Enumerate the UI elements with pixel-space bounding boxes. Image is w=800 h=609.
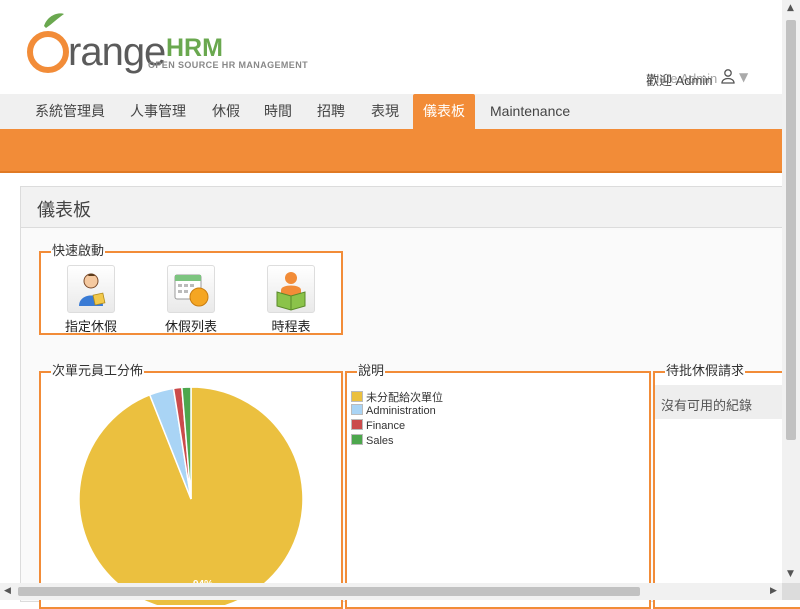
welcome-link[interactable]: 歡迎 Admin Nate Admin xyxy=(646,70,717,89)
menu-leave[interactable]: 休假 xyxy=(202,94,250,129)
quick-launch-label: 休假列表 xyxy=(164,320,217,335)
scroll-right-icon[interactable]: ▶ xyxy=(770,587,777,596)
panel-header: 儀表板 xyxy=(21,187,800,228)
menu-recruitment[interactable]: 招聘 xyxy=(307,94,355,129)
quick-launch-label: 指定休假 xyxy=(64,320,117,335)
scrollbar-corner xyxy=(782,583,800,600)
assign-leave-icon xyxy=(67,265,115,313)
scroll-down-icon[interactable]: ▼ xyxy=(787,570,794,579)
scroll-left-icon[interactable]: ◀ xyxy=(4,587,11,596)
quick-launch-box: 快速啟動 指定休假 休假列表 時程表 xyxy=(39,245,343,335)
legend-swatch xyxy=(351,404,363,415)
horizontal-scrollbar[interactable]: ◀ ▶ xyxy=(0,583,782,600)
employee-distribution-pie-chart: 94% xyxy=(78,386,304,605)
chevron-down-icon[interactable]: ▼ xyxy=(739,70,748,84)
legend-label: Finance xyxy=(366,420,406,432)
logo-tagline: OPEN SOURCE HR MANAGEMENT xyxy=(148,60,309,70)
no-records-text: 沒有可用的紀錄 xyxy=(661,399,753,414)
legend-swatch xyxy=(351,434,363,445)
user-icon[interactable] xyxy=(720,68,736,84)
dashboard-panel: 儀表板 快速啟動 指定休假 休假列表 時程表 次單元員工分佈 說明 未分配給次單… xyxy=(20,186,800,609)
menu-maintenance[interactable]: Maintenance xyxy=(480,94,580,129)
logo-hrm: HRM xyxy=(166,34,223,62)
submenu-bar xyxy=(0,129,782,173)
employee-distribution-legend: 次單元員工分佈 xyxy=(52,364,144,379)
pending-leave-legend: 待批休假請求 xyxy=(666,364,745,379)
legend-swatch xyxy=(351,391,363,402)
legend-item: 未分配給次單位 xyxy=(351,389,443,404)
legend-label: Sales xyxy=(366,435,394,447)
menu-dashboard[interactable]: 儀表板 xyxy=(413,94,475,129)
horizontal-scroll-thumb[interactable] xyxy=(18,587,640,596)
page-title: 儀表板 xyxy=(37,200,91,221)
main-menu: 系統管理員 人事管理 休假 時間 招聘 表現 儀表板 Maintenance xyxy=(0,94,782,130)
chart-legend-title: 說明 xyxy=(358,364,385,379)
orangehrm-logo[interactable]: rangе HRM OPEN SOURCE HR MANAGEMENT xyxy=(22,12,322,74)
welcome-overlay-text: Nate Admin xyxy=(650,71,718,86)
legend-item: Sales xyxy=(351,434,394,448)
menu-performance[interactable]: 表現 xyxy=(361,94,409,129)
timesheet-icon xyxy=(267,265,315,313)
vertical-scroll-thumb[interactable] xyxy=(786,20,796,440)
header: rangе HRM OPEN SOURCE HR MANAGEMENT 歡迎 A… xyxy=(0,0,782,94)
quick-launch-legend: 快速啟動 xyxy=(52,244,105,259)
quick-launch-label: 時程表 xyxy=(271,320,311,335)
chart-legend-box: 說明 未分配給次單位 Administration Finance Sales xyxy=(345,365,651,609)
menu-time[interactable]: 時間 xyxy=(254,94,302,129)
menu-pim[interactable]: 人事管理 xyxy=(120,94,196,129)
legend-swatch xyxy=(351,419,363,430)
employee-distribution-box: 次單元員工分佈 94% xyxy=(39,365,343,609)
vertical-scrollbar[interactable]: ▲ ▼ xyxy=(782,0,800,583)
scroll-up-icon[interactable]: ▲ xyxy=(787,4,794,13)
legend-label: Administration xyxy=(366,405,436,417)
legend-label: 未分配給次單位 xyxy=(366,392,443,404)
leave-list-icon xyxy=(167,265,215,313)
legend-item: Finance xyxy=(351,419,405,433)
legend-item: Administration xyxy=(351,404,436,418)
pending-leave-box: 待批休假請求 沒有可用的紀錄 xyxy=(653,365,800,609)
menu-admin[interactable]: 系統管理員 xyxy=(25,94,115,129)
